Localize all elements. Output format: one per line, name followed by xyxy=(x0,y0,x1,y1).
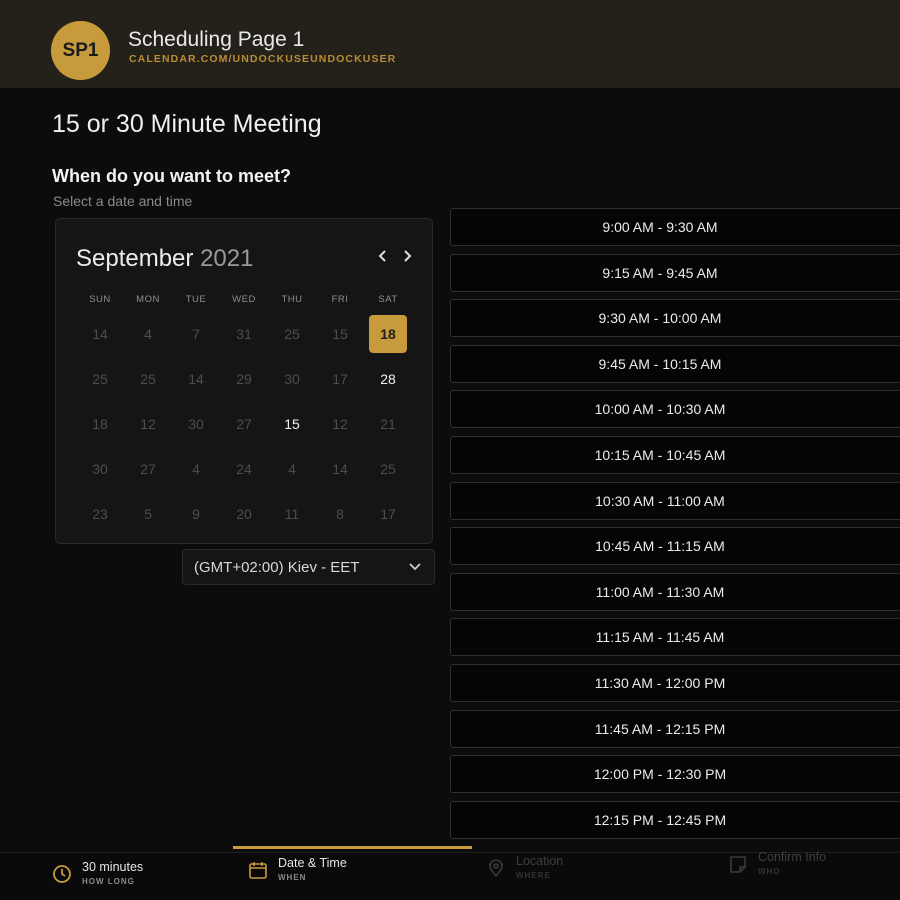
step-sublabel: WHO xyxy=(758,867,781,876)
calendar-day: 27 xyxy=(236,415,252,432)
weekday-label: THU xyxy=(281,294,303,305)
calendar-day: 18 xyxy=(92,415,108,432)
document-icon xyxy=(730,856,746,873)
calendar-day: 30 xyxy=(188,415,204,432)
calendar-day: 4 xyxy=(288,460,296,477)
step-label: Confirm Info xyxy=(758,850,827,864)
calendar-day: 7 xyxy=(192,325,200,342)
calendar-day: 12 xyxy=(140,415,156,432)
calendar-day: 29 xyxy=(236,370,252,387)
calendar-day: 25 xyxy=(92,370,108,387)
weekday-label: SUN xyxy=(89,294,111,305)
chevron-down-icon xyxy=(409,563,421,571)
step-progress-indicator xyxy=(233,846,472,849)
step-where[interactable]: Location WHERE xyxy=(486,854,563,880)
calendar-day: 4 xyxy=(192,460,200,477)
time-slot-button[interactable]: 12:15 PM - 12:45 PM xyxy=(450,800,900,839)
page-title: Scheduling Page 1 xyxy=(128,28,305,51)
map-pin-icon xyxy=(489,859,503,878)
weekday-header: SUN MON TUE WED THU FRI SAT xyxy=(76,294,416,305)
calendar-day: 25 xyxy=(284,325,300,342)
weekday-label: MON xyxy=(136,294,160,305)
calendar-week-row: 18 12 30 27 15 12 21 xyxy=(76,401,416,446)
calendar-day[interactable]: 15 xyxy=(268,404,316,444)
weekday-label: FRI xyxy=(331,294,349,305)
avatar: SP1 xyxy=(51,21,110,80)
calendar-day: 23 xyxy=(92,505,108,522)
time-slot-button[interactable]: 9:30 AM - 10:00 AM xyxy=(450,299,900,338)
prev-month-button[interactable] xyxy=(374,247,392,267)
calendar-day: 4 xyxy=(144,325,152,342)
section-heading: When do you want to meet? xyxy=(52,166,291,186)
step-who[interactable]: Confirm Info WHO xyxy=(728,850,826,876)
calendar-day[interactable]: 28 xyxy=(364,359,412,399)
calendar-day: 21 xyxy=(380,415,396,432)
calendar-day: 30 xyxy=(284,370,300,387)
step-label: Location xyxy=(516,854,564,868)
calendar-week-row: 14 4 7 31 25 15 18 xyxy=(76,311,416,356)
step-sublabel: HOW LONG xyxy=(82,877,135,886)
calendar-month: September xyxy=(76,245,194,272)
weekday-label: WED xyxy=(232,294,256,305)
clock-icon xyxy=(53,865,71,883)
step-sublabel: WHEN xyxy=(278,873,307,882)
calendar-day: 17 xyxy=(380,505,396,522)
time-slot-button[interactable]: 10:15 AM - 10:45 AM xyxy=(450,435,900,474)
calendar-day: 17 xyxy=(332,370,348,387)
calendar-day: 11 xyxy=(284,505,300,522)
date-picker-calendar: September 2021 SUN MON TUE WED THU FRI SAT 14 4… xyxy=(55,218,433,544)
calendar-week-row: 25 25 14 29 30 17 28 xyxy=(76,356,416,401)
chevron-right-icon xyxy=(404,250,412,262)
calendar-year: 2021 xyxy=(200,245,254,272)
calendar-day: 5 xyxy=(144,505,152,522)
calendar-grid: 14 4 7 31 25 15 18 25 25 14 29 30 17 28 18 12 30 27 15 12 21… xyxy=(76,311,416,536)
timezone-value: (GMT+02:00) Kiev - EET xyxy=(194,558,360,576)
step-when[interactable]: Date & Time WHEN xyxy=(248,856,347,882)
calendar-day: 25 xyxy=(140,370,156,387)
page-url[interactable]: CALENDAR.COM/UNDOCKUSEUNDOCKUSER xyxy=(129,53,396,65)
time-slot-button[interactable]: 11:30 AM - 12:00 PM xyxy=(450,663,900,702)
weekday-label: SAT xyxy=(378,294,398,305)
calendar-day: 14 xyxy=(188,370,204,387)
meeting-title: 15 or 30 Minute Meeting xyxy=(52,110,322,138)
calendar-day: 20 xyxy=(236,505,252,522)
time-slot-button[interactable]: 11:45 AM - 12:15 PM xyxy=(450,709,900,748)
calendar-day: 8 xyxy=(336,505,344,522)
calendar-day: 24 xyxy=(236,460,252,477)
step-sublabel: WHERE xyxy=(516,871,551,880)
step-label: 30 minutes xyxy=(82,860,144,874)
time-slot-button[interactable]: 10:30 AM - 11:00 AM xyxy=(450,481,900,520)
calendar-day: 14 xyxy=(92,325,108,342)
calendar-day: 9 xyxy=(192,505,200,522)
calendar-day: 15 xyxy=(332,325,348,342)
calendar-day: 27 xyxy=(140,460,156,477)
time-slot-button[interactable]: 12:00 PM - 12:30 PM xyxy=(450,755,900,794)
next-month-button[interactable] xyxy=(398,247,416,267)
time-slot-button[interactable]: 9:45 AM - 10:15 AM xyxy=(450,344,900,383)
step-how-long[interactable]: 30 minutes HOW LONG xyxy=(52,860,143,886)
time-slot-button[interactable]: 10:45 AM - 11:15 AM xyxy=(450,527,900,566)
time-slot-list: 9:00 AM - 9:30 AM 9:15 AM - 9:45 AM 9:30 A… xyxy=(450,208,900,846)
calendar-week-row: 30 27 4 24 4 14 25 xyxy=(76,446,416,491)
calendar-day: 12 xyxy=(332,415,348,432)
section-subheading: Select a date and time xyxy=(53,193,193,209)
calendar-icon xyxy=(249,862,267,879)
timezone-select[interactable]: (GMT+02:00) Kiev - EET xyxy=(182,549,435,585)
calendar-day: 25 xyxy=(380,460,396,477)
time-slot-button[interactable]: 11:15 AM - 11:45 AM xyxy=(450,618,900,657)
time-slot-button[interactable]: 9:15 AM - 9:45 AM xyxy=(450,253,900,292)
calendar-day: 30 xyxy=(92,460,108,477)
calendar-month-title: September 2021 xyxy=(76,245,253,273)
step-label: Date & Time xyxy=(278,856,347,870)
weekday-label: TUE xyxy=(185,294,207,305)
calendar-day: 14 xyxy=(332,460,348,477)
time-slot-button[interactable]: 11:00 AM - 11:30 AM xyxy=(450,572,900,611)
time-slot-button[interactable]: 9:00 AM - 9:30 AM xyxy=(450,208,900,246)
chevron-left-icon xyxy=(378,250,386,262)
calendar-day: 31 xyxy=(236,325,252,342)
calendar-day-number: 18 xyxy=(369,314,407,353)
calendar-week-row: 23 5 9 20 11 8 17 xyxy=(76,491,416,536)
calendar-day-selected[interactable]: 18 xyxy=(364,314,412,354)
time-slot-button[interactable]: 10:00 AM - 10:30 AM xyxy=(450,390,900,429)
